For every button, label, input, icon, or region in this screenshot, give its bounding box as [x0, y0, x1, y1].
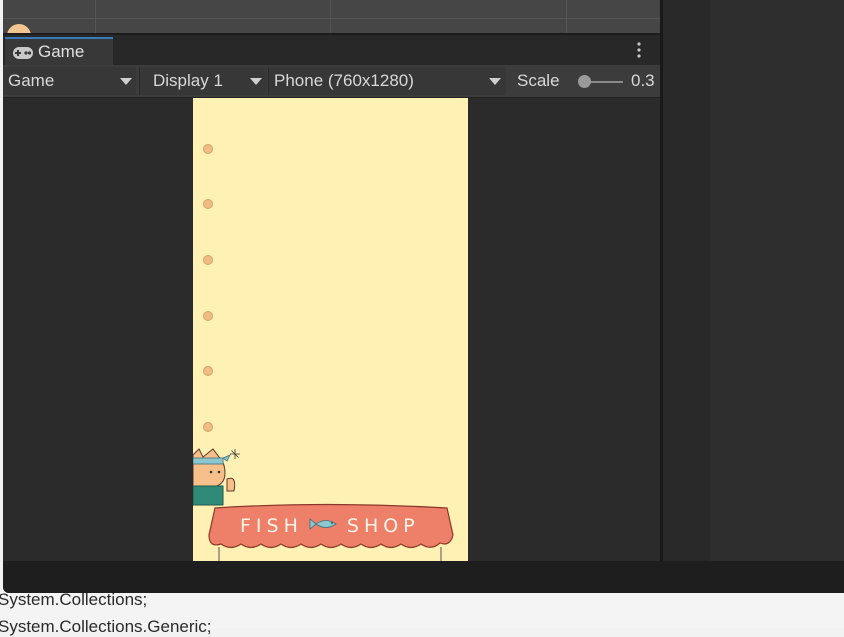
- inspector-panel: [710, 0, 844, 561]
- resolution-label: Phone (760x1280): [274, 71, 414, 90]
- display-dropdown[interactable]: Display 1: [139, 67, 267, 95]
- tab-game-label: Game: [38, 42, 85, 61]
- code-editor-background: System.Collections; System.Collections.G…: [0, 590, 844, 636]
- tab-bar: Game: [3, 35, 660, 65]
- tab-game[interactable]: Game: [5, 37, 113, 65]
- scene-view-strip: [3, 0, 660, 33]
- code-line: System.Collections.Generic;: [0, 617, 212, 636]
- code-line: System.Collections;: [0, 590, 148, 609]
- phone-screen[interactable]: FISH SHOP: [193, 98, 468, 561]
- status-bar: [3, 561, 844, 593]
- scene-gizmo-icon: [7, 24, 31, 33]
- gamepad-icon: [12, 46, 34, 65]
- coin-dot: [203, 255, 213, 265]
- coin-dot: [203, 311, 213, 321]
- coin-dot: [203, 144, 213, 154]
- game-view[interactable]: FISH SHOP: [3, 98, 660, 561]
- chevron-down-icon: [489, 78, 501, 85]
- cat-character: [193, 448, 240, 506]
- fish-shop-scene: FISH SHOP: [193, 448, 454, 561]
- chevron-down-icon: [120, 78, 132, 85]
- coin-dot: [203, 366, 213, 376]
- view-mode-label: Game: [8, 71, 55, 90]
- chevron-down-icon: [250, 78, 262, 85]
- view-mode-dropdown[interactable]: Game: [3, 67, 136, 95]
- side-panel: [663, 0, 710, 561]
- coin-dot: [203, 199, 213, 209]
- resolution-dropdown[interactable]: Phone (760x1280): [268, 67, 506, 95]
- scale-slider-thumb[interactable]: [578, 75, 591, 88]
- unity-editor-window: Game Game Display 1 Phone (760x1280) Sca…: [3, 0, 844, 593]
- kebab-menu-icon[interactable]: [631, 38, 647, 64]
- game-toolbar: Game Display 1 Phone (760x1280) Scale 0.…: [3, 65, 660, 98]
- scale-label: Scale: [517, 71, 560, 90]
- scale-value: 0.3: [631, 71, 655, 90]
- display-label: Display 1: [153, 71, 223, 90]
- coin-dot: [203, 422, 213, 432]
